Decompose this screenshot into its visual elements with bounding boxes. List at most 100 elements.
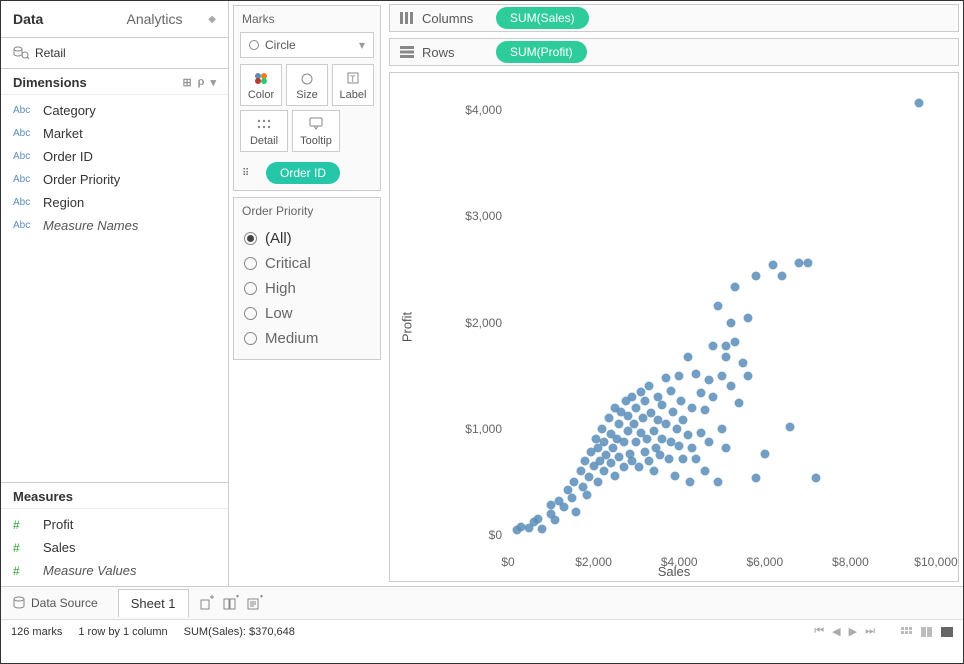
data-point[interactable] <box>623 426 632 435</box>
filter-option[interactable]: (All) <box>244 226 370 251</box>
data-point[interactable] <box>608 443 617 452</box>
new-dashboard-icon[interactable] <box>223 595 239 611</box>
measure-field[interactable]: #Profit <box>1 513 228 536</box>
data-point[interactable] <box>743 314 752 323</box>
data-point[interactable] <box>581 456 590 465</box>
data-point[interactable] <box>593 477 602 486</box>
data-point[interactable] <box>696 388 705 397</box>
data-point[interactable] <box>636 387 645 396</box>
filter-option[interactable]: High <box>244 276 370 301</box>
columns-pill[interactable]: SUM(Sales) <box>496 7 589 29</box>
data-point[interactable] <box>640 397 649 406</box>
data-point[interactable] <box>769 261 778 270</box>
view-grid-icon[interactable] <box>901 627 913 637</box>
data-point[interactable] <box>677 397 686 406</box>
data-point[interactable] <box>634 463 643 472</box>
data-point[interactable] <box>722 341 731 350</box>
data-point[interactable] <box>722 443 731 452</box>
nav-prev-icon[interactable]: ◀ <box>832 625 840 638</box>
data-point[interactable] <box>679 454 688 463</box>
data-point[interactable] <box>692 369 701 378</box>
data-point[interactable] <box>668 407 677 416</box>
data-point[interactable] <box>666 386 675 395</box>
data-point[interactable] <box>583 490 592 499</box>
data-point[interactable] <box>600 437 609 446</box>
data-point[interactable] <box>700 405 709 414</box>
nav-last-icon[interactable]: ⏭ <box>865 625 875 638</box>
data-point[interactable] <box>538 524 547 533</box>
data-point[interactable] <box>777 271 786 280</box>
data-point[interactable] <box>696 429 705 438</box>
view-icon[interactable]: ⊞ <box>182 76 191 89</box>
data-point[interactable] <box>598 424 607 433</box>
data-point[interactable] <box>570 477 579 486</box>
data-point[interactable] <box>683 431 692 440</box>
data-point[interactable] <box>670 471 679 480</box>
data-point[interactable] <box>718 371 727 380</box>
data-point[interactable] <box>685 477 694 486</box>
rows-pill[interactable]: SUM(Profit) <box>496 41 587 63</box>
data-point[interactable] <box>649 467 658 476</box>
data-point[interactable] <box>688 443 697 452</box>
measure-field[interactable]: #Measure Values <box>1 559 228 582</box>
data-point[interactable] <box>718 424 727 433</box>
detail-pill[interactable]: Order ID <box>266 162 340 184</box>
tooltip-button[interactable]: Tooltip <box>292 110 340 152</box>
menu-icon[interactable]: ▾ <box>210 76 216 89</box>
data-point[interactable] <box>722 352 731 361</box>
data-point[interactable] <box>709 341 718 350</box>
data-point[interactable] <box>649 426 658 435</box>
dimension-field[interactable]: AbcMeasure Names <box>1 214 228 237</box>
data-point[interactable] <box>673 424 682 433</box>
data-point[interactable] <box>683 352 692 361</box>
label-button[interactable]: T Label <box>332 64 374 106</box>
data-point[interactable] <box>730 337 739 346</box>
sheet-tab[interactable]: Sheet 1 <box>118 589 189 617</box>
data-point[interactable] <box>679 416 688 425</box>
dimension-field[interactable]: AbcCategory <box>1 99 228 122</box>
data-point[interactable] <box>688 403 697 412</box>
data-point[interactable] <box>551 516 560 525</box>
data-point[interactable] <box>576 467 585 476</box>
data-point[interactable] <box>675 441 684 450</box>
data-point[interactable] <box>568 493 577 502</box>
data-point[interactable] <box>619 437 628 446</box>
view-full-icon[interactable] <box>941 627 953 637</box>
columns-shelf[interactable]: Columns SUM(Sales) <box>389 4 959 32</box>
data-point[interactable] <box>914 98 923 107</box>
data-point[interactable] <box>604 414 613 423</box>
data-point[interactable] <box>705 375 714 384</box>
new-worksheet-icon[interactable] <box>199 595 215 611</box>
size-button[interactable]: Size <box>286 64 328 106</box>
chart-area[interactable]: Profit Sales $0$1,000$2,000$3,000$4,000 … <box>389 72 959 582</box>
tab-analytics[interactable]: Analytics ◆ <box>115 1 229 37</box>
data-point[interactable] <box>643 435 652 444</box>
data-source-tab[interactable]: Data Source <box>1 587 110 619</box>
data-point[interactable] <box>615 419 624 428</box>
data-point[interactable] <box>645 382 654 391</box>
data-point[interactable] <box>662 419 671 428</box>
data-point[interactable] <box>705 437 714 446</box>
data-point[interactable] <box>615 453 624 462</box>
data-point[interactable] <box>786 422 795 431</box>
data-point[interactable] <box>752 271 761 280</box>
tab-data[interactable]: Data <box>1 1 115 37</box>
rows-shelf[interactable]: Rows SUM(Profit) <box>389 38 959 66</box>
data-point[interactable] <box>606 458 615 467</box>
data-point[interactable] <box>658 401 667 410</box>
dimension-field[interactable]: AbcRegion <box>1 191 228 214</box>
mark-type-dropdown[interactable]: Circle ▾ <box>240 32 374 58</box>
data-point[interactable] <box>739 358 748 367</box>
data-point[interactable] <box>700 467 709 476</box>
color-button[interactable]: Color <box>240 64 282 106</box>
data-point[interactable] <box>533 515 542 524</box>
new-story-icon[interactable] <box>247 595 263 611</box>
data-point[interactable] <box>726 382 735 391</box>
filter-option[interactable]: Low <box>244 301 370 326</box>
filter-option[interactable]: Medium <box>244 326 370 351</box>
data-point[interactable] <box>632 437 641 446</box>
data-point[interactable] <box>572 507 581 516</box>
data-point[interactable] <box>600 467 609 476</box>
data-point[interactable] <box>713 301 722 310</box>
nav-next-icon[interactable]: ▶ <box>849 625 857 638</box>
